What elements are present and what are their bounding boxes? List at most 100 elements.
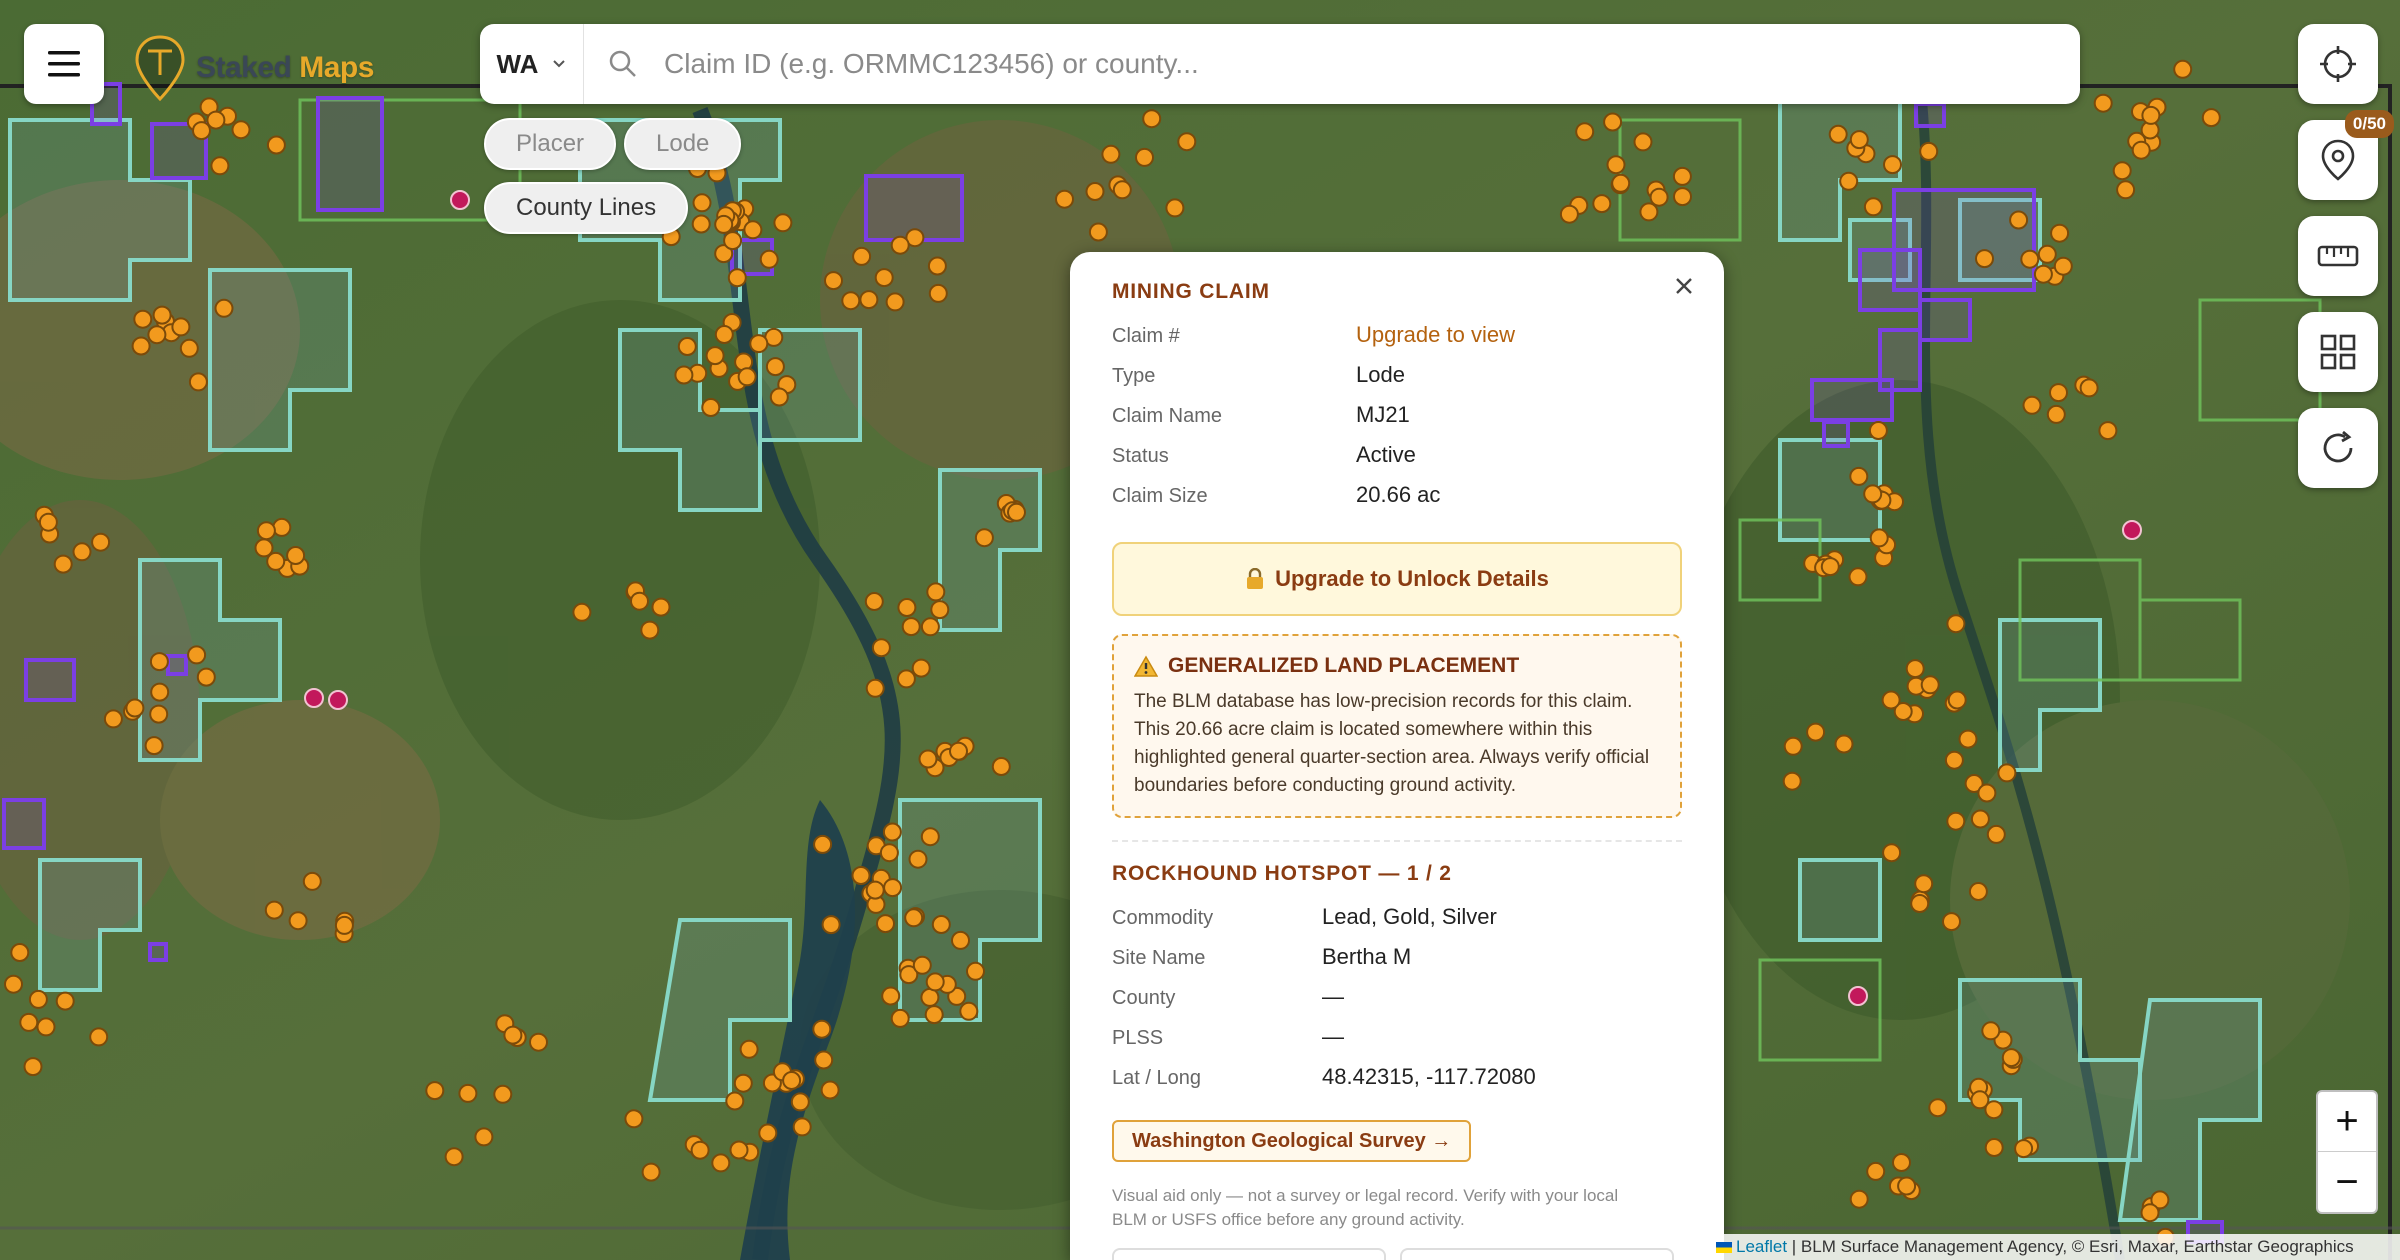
locate-button[interactable] bbox=[2298, 24, 2378, 104]
hotspot-point[interactable] bbox=[911, 658, 931, 678]
hotspot-point[interactable] bbox=[1863, 197, 1883, 217]
hotspot-point[interactable] bbox=[1633, 132, 1653, 152]
hotspot-point[interactable] bbox=[2201, 108, 2221, 128]
hotspot-point[interactable] bbox=[2001, 1048, 2021, 1068]
hotspot-point[interactable] bbox=[874, 268, 894, 288]
hotspot-point[interactable] bbox=[920, 827, 940, 847]
hotspot-point[interactable] bbox=[739, 1039, 759, 1059]
hotspot-point[interactable] bbox=[883, 878, 903, 898]
hotspot-point[interactable] bbox=[1920, 675, 1940, 695]
hotspot-point[interactable] bbox=[28, 989, 48, 1009]
hotspot-point[interactable] bbox=[458, 1083, 478, 1103]
hotspot-point[interactable] bbox=[865, 880, 885, 900]
hotspot-point[interactable] bbox=[758, 1123, 778, 1143]
hotspot-point[interactable] bbox=[266, 135, 286, 155]
hotspot-point[interactable] bbox=[1883, 155, 1902, 175]
hotspot-point[interactable] bbox=[912, 955, 932, 975]
hotspot-point[interactable] bbox=[630, 591, 649, 611]
saved-pins-button[interactable]: 0/50 bbox=[2298, 110, 2394, 200]
state-select[interactable]: WA bbox=[480, 24, 584, 104]
hotspot-point[interactable] bbox=[920, 617, 940, 637]
hotspot-point[interactable] bbox=[930, 600, 950, 620]
hotspot-point[interactable] bbox=[72, 542, 92, 562]
hotspot-point[interactable] bbox=[723, 231, 743, 251]
hotspot-point[interactable] bbox=[53, 554, 73, 574]
hotspot-point[interactable] bbox=[920, 987, 940, 1007]
hotspot-point[interactable] bbox=[812, 1019, 832, 1039]
filter-placer[interactable]: Placer bbox=[484, 118, 617, 170]
hotspot-point[interactable] bbox=[841, 291, 861, 311]
hotspot-point[interactable] bbox=[1135, 147, 1154, 167]
hotspot-point[interactable] bbox=[729, 1140, 749, 1160]
hotspot-point[interactable] bbox=[152, 305, 172, 325]
hotspot-point[interactable] bbox=[425, 1081, 445, 1101]
hotspot-point[interactable] bbox=[474, 1127, 494, 1147]
hotspot-point[interactable] bbox=[951, 930, 970, 950]
hotspot-point[interactable] bbox=[171, 317, 191, 337]
hotspot-point[interactable] bbox=[1849, 466, 1869, 486]
hotspot-point[interactable] bbox=[192, 121, 211, 141]
hotspot-point[interactable] bbox=[2050, 223, 2070, 243]
leaflet-link[interactable]: Leaflet bbox=[1736, 1237, 1787, 1257]
filter-lode[interactable]: Lode bbox=[624, 118, 742, 170]
geological-survey-link[interactable]: Washington Geological Survey → bbox=[1112, 1120, 1472, 1162]
hotspot-point[interactable] bbox=[131, 336, 151, 356]
hotspot-point[interactable] bbox=[711, 1153, 731, 1173]
hotspot-point[interactable] bbox=[1834, 734, 1854, 754]
hotspot-point[interactable] bbox=[503, 1025, 523, 1045]
hotspot-point[interactable] bbox=[1977, 783, 1997, 803]
hotspot-point[interactable] bbox=[769, 387, 789, 407]
hotspot-point[interactable] bbox=[1897, 1176, 1917, 1196]
menu-button[interactable] bbox=[24, 24, 104, 104]
hotspot-point[interactable] bbox=[926, 582, 946, 602]
hotspot-point[interactable] bbox=[196, 667, 216, 687]
hotspot-point[interactable] bbox=[2022, 395, 2042, 415]
hotspot-point[interactable] bbox=[91, 532, 111, 552]
hotspot-point[interactable] bbox=[1866, 1161, 1886, 1181]
hotspot-point[interactable] bbox=[2116, 180, 2136, 200]
hotspot-point[interactable] bbox=[302, 871, 322, 891]
hotspot-point[interactable] bbox=[904, 908, 924, 928]
hotspot-point[interactable] bbox=[918, 749, 938, 769]
hotspot-point[interactable] bbox=[529, 1032, 548, 1052]
hotspot-point[interactable] bbox=[206, 110, 226, 130]
hotspot-point[interactable] bbox=[256, 521, 276, 541]
hotspot-point[interactable] bbox=[1863, 484, 1883, 504]
hotspot-point[interactable] bbox=[334, 915, 354, 935]
hotspot-point[interactable] bbox=[1165, 198, 1185, 218]
hotspot-point[interactable] bbox=[1946, 811, 1966, 831]
hotspot-point[interactable] bbox=[264, 900, 284, 920]
hotspot-point[interactable] bbox=[896, 669, 916, 689]
hotspot-point[interactable] bbox=[36, 1017, 56, 1037]
hotspot-point[interactable] bbox=[149, 704, 169, 724]
hotspot-point[interactable] bbox=[1575, 122, 1595, 142]
hotspot-point[interactable] bbox=[714, 325, 734, 344]
hotspot-point[interactable] bbox=[286, 546, 306, 565]
hotspot-point[interactable] bbox=[4, 974, 23, 994]
hotspot-point[interactable] bbox=[876, 914, 895, 934]
filter-county-lines[interactable]: County Lines bbox=[484, 182, 689, 234]
hotspot-point[interactable] bbox=[851, 866, 871, 885]
hotspot-point[interactable] bbox=[813, 834, 833, 854]
hotspot-point[interactable] bbox=[1970, 809, 1990, 829]
hotspot-point[interactable] bbox=[991, 757, 1011, 776]
hotspot-point[interactable] bbox=[1919, 141, 1939, 161]
hotspot-point[interactable] bbox=[885, 292, 905, 312]
hotspot-point[interactable] bbox=[144, 736, 164, 756]
hotspot-point[interactable] bbox=[714, 214, 734, 234]
hotspot-point[interactable] bbox=[1947, 690, 1967, 710]
hotspot-point[interactable] bbox=[1055, 189, 1074, 209]
hotspot-point[interactable] bbox=[1869, 528, 1889, 548]
hotspot-point[interactable] bbox=[641, 1162, 661, 1182]
hotspot-point[interactable] bbox=[1783, 736, 1803, 756]
hotspot-point[interactable] bbox=[1881, 690, 1901, 710]
hotspot-point[interactable] bbox=[1946, 614, 1966, 634]
hotspot-point[interactable] bbox=[674, 365, 694, 385]
hotspot-point[interactable] bbox=[2093, 93, 2113, 113]
hotspot-point[interactable] bbox=[690, 1140, 710, 1160]
hotspot-point[interactable] bbox=[925, 972, 945, 992]
hotspot-point[interactable] bbox=[864, 592, 884, 611]
hotspot-point[interactable] bbox=[701, 398, 721, 417]
hotspot-point[interactable] bbox=[737, 367, 757, 387]
hotspot-point[interactable] bbox=[2112, 161, 2132, 181]
